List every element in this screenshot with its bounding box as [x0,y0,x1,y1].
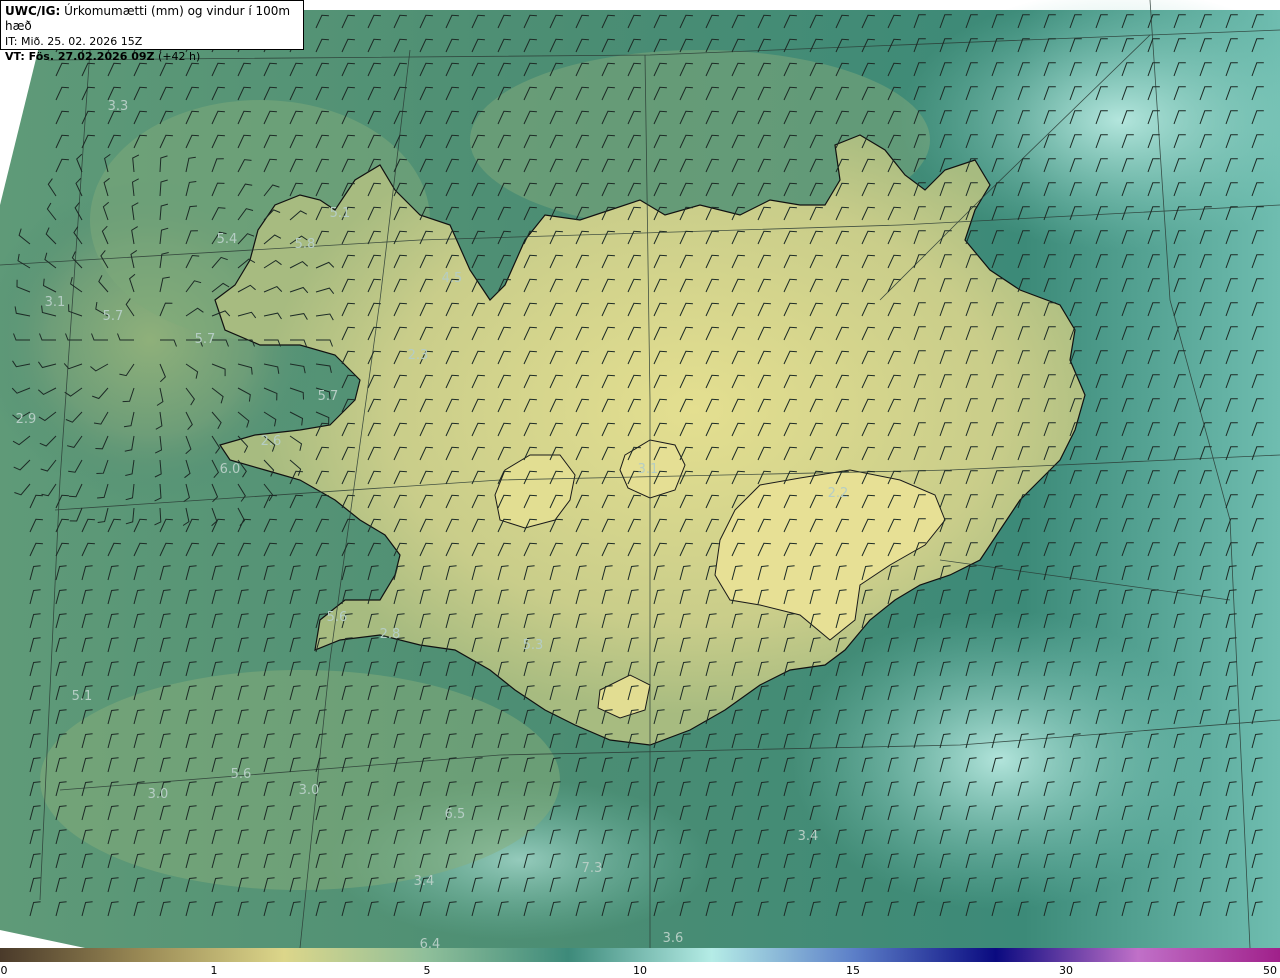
precip-south-west [40,670,560,890]
precip-value-label: 6.4 [420,937,441,948]
precip-value-label: 2.9 [16,412,37,427]
precip-value-label: 5.4 [217,232,238,247]
precip-value-label: 5.7 [318,389,339,404]
precip-value-label: 4.5 [442,271,463,286]
precip-value-label: 2.6 [261,434,282,449]
product-name: UWC/IG: [5,4,61,18]
colorbar-tick: 50 [1263,964,1277,977]
high-precip-south-east [790,610,1210,910]
precip-value-label: 5.6 [327,610,348,625]
precip-value-label: 3.0 [299,783,320,798]
precip-value-label: 3.4 [798,829,819,844]
precip-value-label: 6.5 [445,807,466,822]
precip-value-label: 3.3 [108,99,129,114]
map-info-box: UWC/IG: Úrkomumætti (mm) og vindur í 100… [0,0,304,63]
colorbar-tick: 5 [423,964,431,977]
precip-value-label: 2.8 [380,627,401,642]
valid-time: VT: Fös. 27.02.2026 09Z [5,50,155,63]
colorbar-tick: 15 [846,964,860,977]
colorbar: 0 1 5 10 15 30 50 [0,948,1280,978]
precip-value-label: 2.2 [828,486,849,501]
colorbar-gradient [0,948,1280,962]
colorbar-tick: 0 [0,964,8,977]
colorbar-tick: 1 [210,964,218,977]
precipitation-wind-map: 3.3 5.1 5.4 5.8 4.5 3.1 5.7 5.7 2.3 5.7 2.9 2.6 6.0 3… [0,0,1280,948]
precip-value-label: 5.3 [523,638,544,653]
precip-value-label: 7.3 [582,861,603,876]
init-time: IT: Mið. 25. 02. 2026 15Z [5,35,143,48]
colorbar-tick: 10 [633,964,647,977]
precip-value-label: 5.7 [195,332,216,347]
precip-value-label: 3.6 [663,931,684,946]
precip-value-label: 5.1 [72,689,93,704]
precip-value-label: 2.3 [408,348,429,363]
precip-value-label: 5.6 [231,767,252,782]
precip-value-label: 5.1 [330,206,351,221]
precip-value-label: 5.7 [103,309,124,324]
colorbar-tick: 30 [1059,964,1073,977]
precip-value-label: 6.0 [220,462,241,477]
lead-time: (+42 h) [158,50,201,63]
map-figure: 3.3 5.1 5.4 5.8 4.5 3.1 5.7 5.7 2.3 5.7 2.9 2.6 6.0 3… [0,0,1280,978]
precip-value-label: 5.8 [295,237,316,252]
precip-value-label: 3.4 [414,874,435,889]
precip-value-label: 3.1 [45,295,66,310]
precip-value-label: 3.0 [148,787,169,802]
precip-value-label: 3.1 [638,462,659,477]
